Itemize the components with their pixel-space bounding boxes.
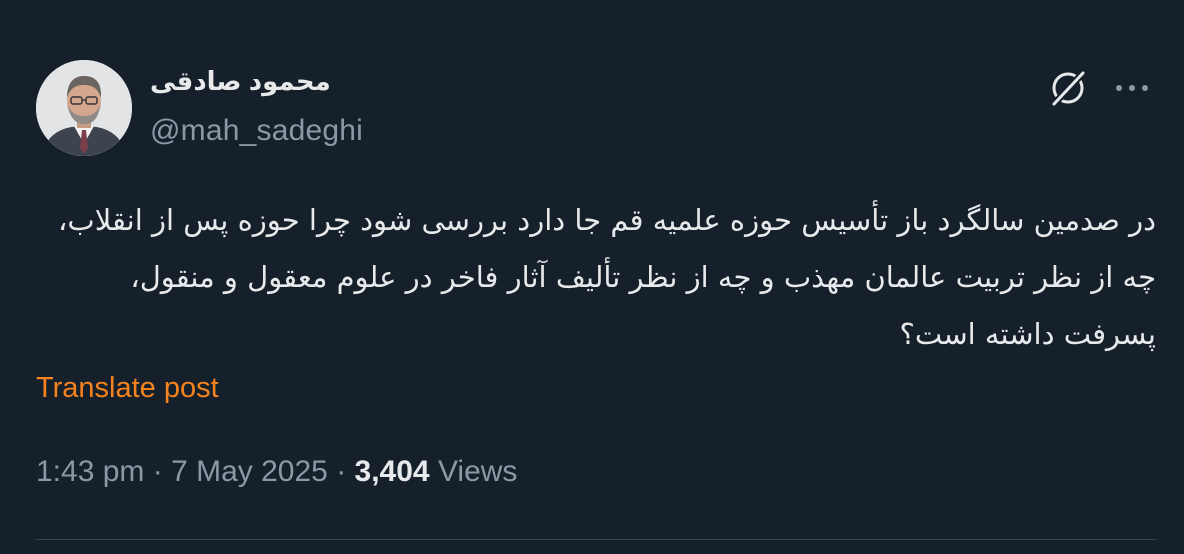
- more-dots-icon[interactable]: [1110, 70, 1154, 106]
- post-date[interactable]: 7 May 2025: [171, 455, 328, 488]
- tweet-detail: محمود صادقی @mah_sadeghi در صدمین سالگرد…: [0, 0, 1184, 554]
- author-display-name[interactable]: محمود صادقی: [150, 66, 331, 97]
- post-meta: 1:43 pm · 7 May 2025 · 3,404 Views: [36, 455, 517, 489]
- post-text: در صدمین سالگرد باز تأسیس حوزه علمیه قم …: [58, 203, 1156, 351]
- author-handle[interactable]: @mah_sadeghi: [150, 114, 363, 148]
- views-count: 3,404: [354, 455, 430, 488]
- avatar-portrait: [36, 60, 132, 156]
- post-time[interactable]: 1:43 pm: [36, 455, 144, 488]
- grok-slash-circle-icon[interactable]: [1046, 66, 1090, 110]
- avatar[interactable]: [36, 60, 132, 156]
- meta-separator: ·: [327, 455, 355, 488]
- divider: [36, 539, 1156, 540]
- meta-separator: ·: [144, 455, 172, 488]
- views-label: Views: [429, 455, 518, 488]
- translate-post-link[interactable]: Translate post: [36, 372, 219, 405]
